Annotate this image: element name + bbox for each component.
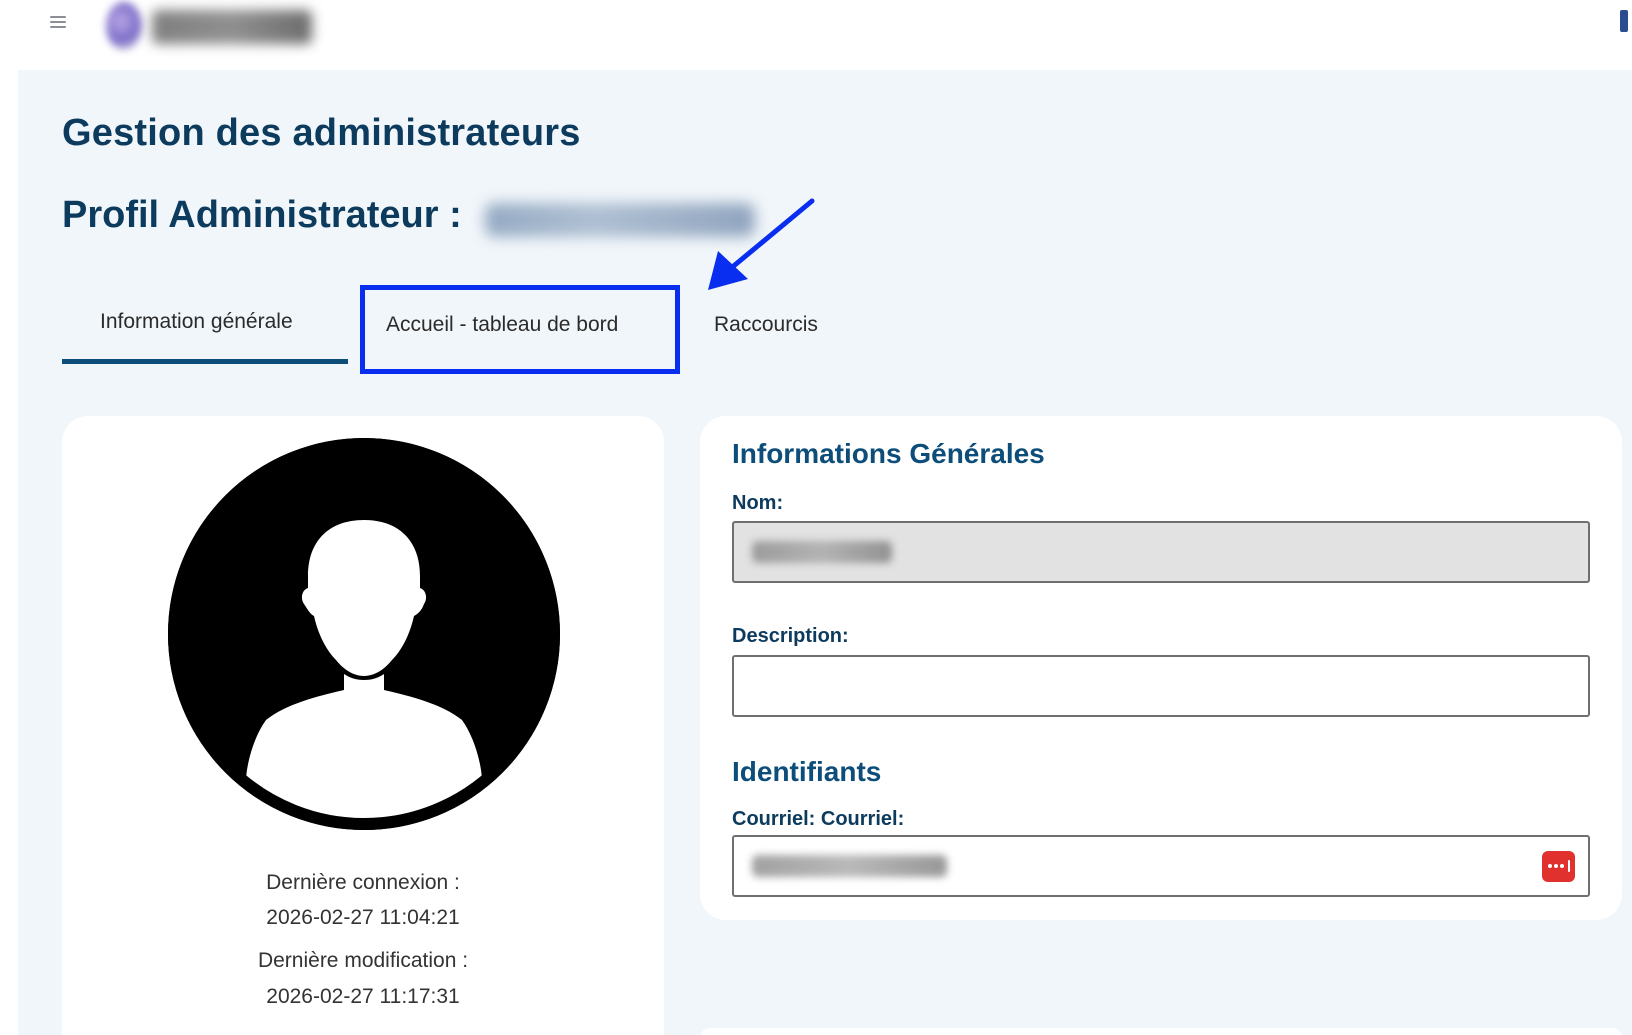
logo[interactable] xyxy=(100,2,330,52)
last-modified-label: Dernière modification : xyxy=(257,949,469,972)
logo-mark xyxy=(106,2,142,50)
nom-label: Nom: xyxy=(732,492,784,514)
annotation-highlight-box xyxy=(360,285,680,374)
hamburger-menu-icon[interactable] xyxy=(48,14,70,32)
nom-value-redacted xyxy=(752,541,892,563)
next-card-edge xyxy=(700,1028,1622,1035)
last-modified-value: 2026-02-27 11:17:31 xyxy=(266,985,460,1008)
email-value-redacted xyxy=(752,855,947,877)
last-login-label: Dernière connexion : xyxy=(266,871,460,894)
user-silhouette-icon xyxy=(168,438,560,830)
arrow-icon xyxy=(708,198,815,290)
profile-card: Dernière connexion : 2026-02-27 11:04:21… xyxy=(62,416,664,1035)
email-field[interactable] xyxy=(732,835,1590,897)
last-login-value: 2026-02-27 11:04:21 xyxy=(266,906,460,929)
description-label: Description: xyxy=(732,625,849,647)
password-dots-icon[interactable] xyxy=(1542,851,1575,882)
tab-raccourcis[interactable]: Raccourcis xyxy=(714,313,818,337)
section-title-informations-generales: Informations Générales xyxy=(732,438,1045,469)
page-title: Gestion des administrateurs xyxy=(62,112,581,154)
corner-icon[interactable] xyxy=(1620,10,1628,32)
tab-information-generale[interactable]: Information générale xyxy=(100,310,293,334)
top-bar xyxy=(0,0,1632,70)
nom-field[interactable] xyxy=(732,521,1590,583)
section-title-identifiants: Identifiants xyxy=(732,756,882,787)
profile-title: Profil Administrateur : xyxy=(62,194,462,236)
logo-text-redacted xyxy=(152,10,312,44)
active-tab-indicator xyxy=(62,359,348,364)
description-field[interactable] xyxy=(732,655,1590,717)
email-label: Courriel: Courriel: xyxy=(732,808,905,830)
general-info-card: Informations Générales Nom: Description:… xyxy=(700,416,1622,920)
